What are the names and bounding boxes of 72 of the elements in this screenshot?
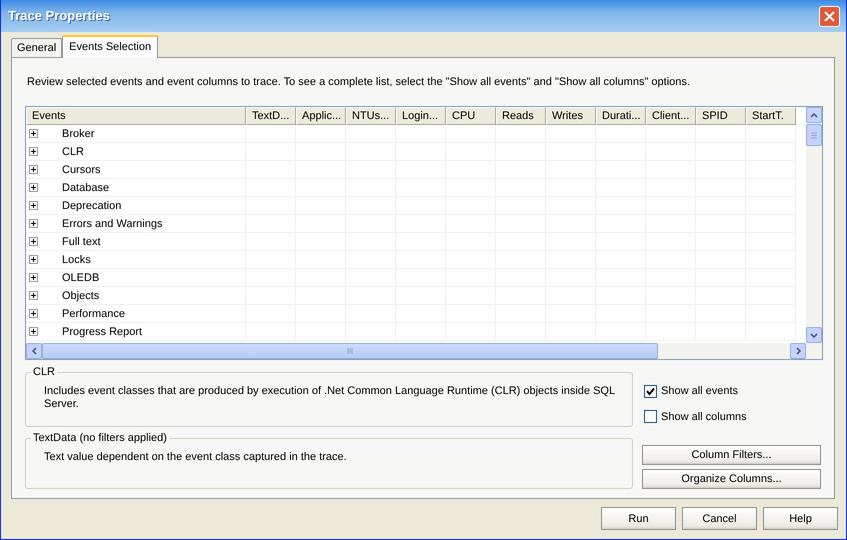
table-cell [546, 125, 596, 143]
event-category[interactable]: Database [62, 180, 110, 194]
column-header[interactable]: TextD... [246, 107, 296, 125]
horizontal-scrollbar[interactable] [26, 343, 822, 359]
close-button[interactable] [819, 6, 840, 26]
column-description: Text value dependent on the event class captured in the trace. [44, 451, 348, 464]
expand-icon[interactable] [29, 147, 38, 156]
event-category[interactable]: Errors and Warnings [62, 216, 162, 230]
checkbox-label[interactable]: Show all columns [661, 408, 747, 425]
button[interactable]: Cancel [682, 507, 757, 530]
table-cell [346, 125, 396, 143]
table-cell [746, 125, 796, 143]
event-category[interactable]: Cursors [62, 162, 101, 176]
expand-icon[interactable] [29, 291, 38, 300]
column-header[interactable]: Applic... [296, 107, 346, 125]
expand-icon[interactable] [29, 201, 38, 210]
event-category[interactable]: Locks [62, 252, 91, 266]
checkbox-label[interactable]: Show all events [661, 383, 738, 400]
instruction-text: Review selected events and event columns to trace. To see a complete list, select the "Show all events" and "Show all columns" options. [27, 75, 691, 89]
button[interactable]: Organize Columns... [642, 469, 821, 489]
column-header[interactable]: StartT. [746, 107, 796, 125]
event-description: Includes event classes that are produced by execution of .Net Common Language Runtime (CLR) objects inside SQL Server. [44, 385, 616, 411]
table-cell [296, 125, 346, 143]
checkbox[interactable] [644, 410, 657, 424]
table-cell [396, 125, 446, 143]
event-category[interactable]: Broker [62, 126, 94, 140]
event-category[interactable]: Full text [62, 234, 101, 248]
scroll-down-button[interactable] [806, 327, 822, 343]
window-title: Trace Properties [8, 7, 110, 26]
event-category[interactable]: Objects [62, 288, 100, 302]
column-header[interactable]: NTUs... [346, 107, 396, 125]
event-category[interactable]: Deprecation [62, 198, 122, 212]
expand-icon[interactable] [29, 255, 38, 264]
expand-icon[interactable] [29, 237, 38, 246]
column-header[interactable]: Writes [546, 107, 596, 125]
button[interactable]: Run [601, 507, 676, 530]
table-cell [696, 125, 746, 143]
table-cell [496, 125, 546, 143]
scroll-left-button[interactable] [26, 343, 42, 359]
column-header[interactable]: Reads [496, 107, 546, 125]
table-cell [446, 125, 496, 143]
event-category[interactable]: CLR [62, 144, 84, 158]
scroll-thumb[interactable] [806, 124, 822, 146]
event-category[interactable]: Performance [62, 306, 125, 320]
expand-icon[interactable] [29, 219, 38, 228]
column-header[interactable]: SPID [696, 107, 746, 125]
expand-icon[interactable] [29, 327, 38, 336]
expand-icon[interactable] [29, 183, 38, 192]
scroll-up-button[interactable] [806, 107, 822, 123]
table-cell [596, 125, 646, 143]
tab[interactable]: General [11, 38, 62, 57]
expand-icon[interactable] [29, 165, 38, 174]
vertical-scrollbar[interactable] [806, 107, 822, 343]
button[interactable]: Column Filters... [642, 445, 821, 465]
event-category[interactable]: OLEDB [62, 270, 100, 284]
column-header[interactable]: CPU [446, 107, 496, 125]
panel-title: TextData (no filters applied) [31, 432, 169, 445]
column-header[interactable]: Durati... [596, 107, 646, 125]
event-category[interactable]: Progress Report [62, 324, 142, 338]
scroll-thumb[interactable] [42, 343, 658, 359]
tab[interactable]: Events Selection [62, 35, 158, 58]
column-header[interactable]: Client... [646, 107, 696, 125]
button[interactable]: Help [763, 507, 838, 530]
checkbox[interactable] [644, 384, 657, 398]
table-cell [646, 125, 696, 143]
column-header[interactable]: Login... [396, 107, 446, 125]
scroll-right-button[interactable] [790, 343, 806, 359]
expand-icon[interactable] [29, 129, 38, 138]
column-header[interactable]: Events [26, 107, 246, 125]
expand-icon[interactable] [29, 309, 38, 318]
close-icon [824, 10, 835, 22]
expand-icon[interactable] [29, 273, 38, 282]
